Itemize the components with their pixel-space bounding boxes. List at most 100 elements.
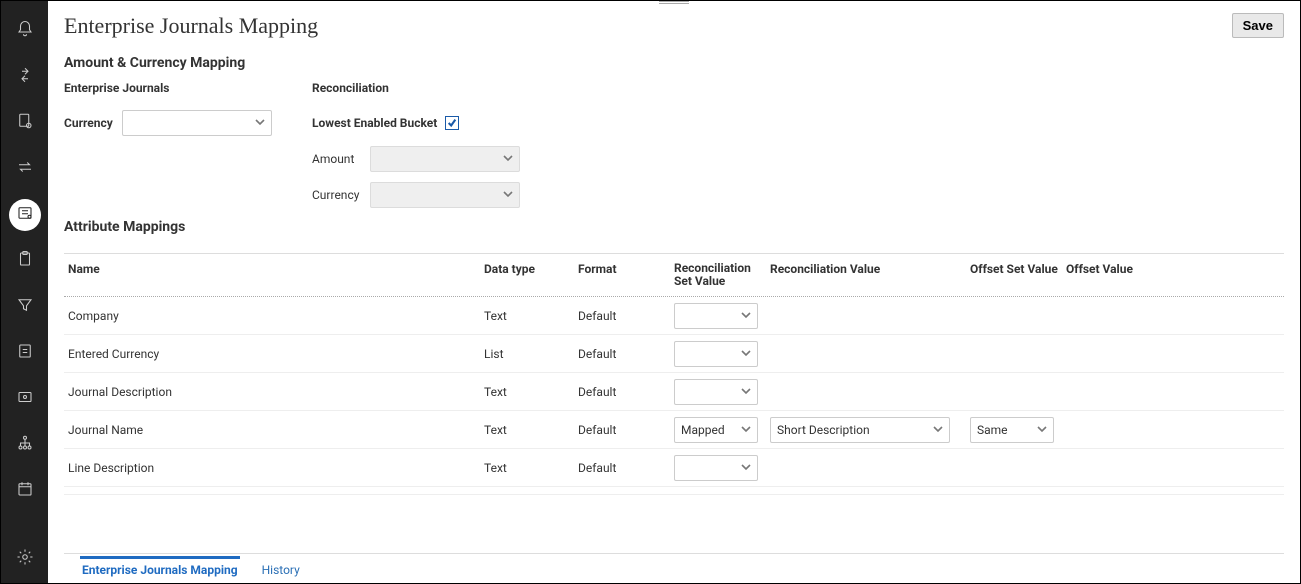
rec-currency-select[interactable]: [370, 182, 520, 208]
nav-mapping[interactable]: [9, 199, 41, 231]
cell-format: Default: [578, 461, 674, 475]
page-header: Enterprise Journals Mapping Save: [48, 5, 1300, 39]
nav-transfer[interactable]: [9, 153, 41, 185]
nav-filter[interactable]: [9, 291, 41, 323]
bell-icon: [16, 20, 34, 42]
nav-notifications[interactable]: [9, 15, 41, 47]
col-offsetset-header: Offset Set Value: [970, 262, 1066, 288]
sidebar-nav: [1, 1, 48, 583]
table-row: Journal DescriptionTextDefault: [64, 373, 1284, 411]
mapping-icon: [16, 204, 34, 226]
rec-set-value-select[interactable]: Mapped: [674, 417, 758, 443]
chevron-down-icon: [741, 309, 751, 323]
transfer-icon: [16, 158, 34, 180]
cell-name: Journal Description: [64, 385, 484, 399]
rec-set-value-select[interactable]: [674, 455, 758, 481]
cell-rec-set: [674, 341, 770, 367]
document-gear-icon: [16, 112, 34, 134]
enterprise-journals-column: Enterprise Journals Currency: [64, 81, 272, 209]
rec-currency-label: Currency: [312, 188, 362, 202]
clipboard-icon: [16, 250, 34, 272]
cell-rec-set: [674, 379, 770, 405]
cell-offset-set: Same: [970, 417, 1066, 443]
cell-rec-set: [674, 303, 770, 329]
cell-data-type: List: [484, 347, 578, 361]
nav-clipboard[interactable]: [9, 245, 41, 277]
chevron-down-icon: [503, 152, 513, 166]
save-button[interactable]: Save: [1232, 13, 1284, 38]
reconciliation-column: Reconciliation Lowest Enabled Bucket Amo…: [312, 81, 520, 209]
chevron-down-icon: [741, 385, 751, 399]
report-icon: [16, 342, 34, 364]
attribute-table: Name Data type Format Reconciliation Set…: [64, 253, 1284, 553]
rec-set-value-select[interactable]: [674, 303, 758, 329]
rec-set-value-select[interactable]: [674, 341, 758, 367]
lowest-bucket-label: Lowest Enabled Bucket: [312, 116, 437, 130]
table-row: CompanyTextDefault: [64, 297, 1284, 335]
funnel-icon: [16, 296, 34, 318]
nav-document-settings[interactable]: [9, 107, 41, 139]
cell-name: Entered Currency: [64, 347, 484, 361]
lowest-bucket-checkbox[interactable]: [445, 116, 459, 130]
amount-select[interactable]: [370, 146, 520, 172]
view-icon: [16, 388, 34, 410]
nav-settings[interactable]: [9, 543, 41, 575]
cell-name: Journal Name: [64, 423, 484, 437]
table-row: Line DescriptionTextDefault: [64, 449, 1284, 487]
cell-data-type: Text: [484, 309, 578, 323]
offset-set-value-select[interactable]: Same: [970, 417, 1054, 443]
col-offsetval-header: Offset Value: [1066, 262, 1166, 288]
nav-report[interactable]: [9, 337, 41, 369]
amount-currency-mapping: Enterprise Journals Currency Reconciliat…: [64, 81, 1284, 209]
nav-view[interactable]: [9, 383, 41, 415]
chevron-down-icon: [741, 423, 751, 437]
cell-rec-set: [674, 455, 770, 481]
tab-history[interactable]: History: [260, 557, 302, 583]
tab-mapping[interactable]: Enterprise Journals Mapping: [80, 556, 240, 583]
col-recval-header: Reconciliation Value: [770, 262, 970, 288]
chevron-down-icon: [1037, 423, 1047, 437]
currency-select[interactable]: [122, 110, 272, 136]
bottom-tabs: Enterprise Journals Mapping History: [64, 553, 1284, 583]
ej-heading: Enterprise Journals: [64, 81, 272, 95]
table-header: Name Data type Format Reconciliation Set…: [64, 254, 1284, 297]
cell-data-type: Text: [484, 423, 578, 437]
chevron-down-icon: [933, 423, 943, 437]
page-title: Enterprise Journals Mapping: [64, 13, 1232, 39]
rec-set-value-select[interactable]: [674, 379, 758, 405]
cell-format: Default: [578, 309, 674, 323]
table-row: Entered CurrencyListDefault: [64, 335, 1284, 373]
gear-icon: [16, 548, 34, 570]
process-icon: [16, 66, 34, 88]
cell-format: Default: [578, 385, 674, 399]
nav-calendar[interactable]: [9, 475, 41, 507]
calendar-icon: [16, 480, 34, 502]
cell-rec-set: Mapped: [674, 417, 770, 443]
hierarchy-icon: [16, 434, 34, 456]
table-row: Journal NameTextDefaultMapped Short Descr…: [64, 411, 1284, 449]
col-recset-header: Reconciliation Set Value: [674, 262, 770, 288]
grip-icon: [659, 1, 689, 4]
cell-data-type: Text: [484, 461, 578, 475]
section-attribute-title: Attribute Mappings: [64, 219, 1284, 235]
chevron-down-icon: [741, 347, 751, 361]
chevron-down-icon: [255, 116, 265, 130]
rec-heading: Reconciliation: [312, 81, 520, 95]
main-content: Enterprise Journals Mapping Save Amount …: [48, 1, 1300, 583]
section-amount-currency-title: Amount & Currency Mapping: [64, 55, 1284, 71]
nav-process[interactable]: [9, 61, 41, 93]
nav-hierarchy[interactable]: [9, 429, 41, 461]
chevron-down-icon: [741, 461, 751, 475]
col-type-header: Data type: [484, 262, 578, 288]
table-body[interactable]: CompanyTextDefaultEntered CurrencyListDe…: [64, 297, 1284, 495]
chevron-down-icon: [503, 188, 513, 202]
cell-rec-val: Short Description: [770, 417, 970, 443]
currency-label: Currency: [64, 116, 114, 130]
col-format-header: Format: [578, 262, 674, 288]
cell-data-type: Text: [484, 385, 578, 399]
amount-label: Amount: [312, 152, 362, 166]
rec-value-select[interactable]: Short Description: [770, 417, 950, 443]
cell-format: Default: [578, 423, 674, 437]
col-name-header: Name: [64, 262, 484, 288]
cell-format: Default: [578, 347, 674, 361]
